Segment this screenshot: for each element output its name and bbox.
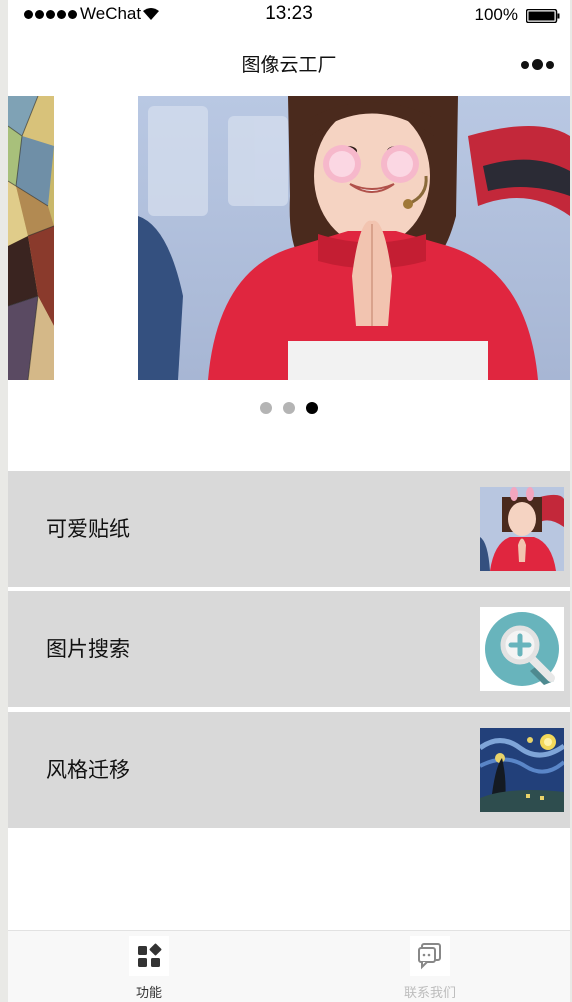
- grid-icon: [129, 936, 169, 976]
- magnifier-plus-icon: [480, 607, 564, 691]
- menu-item-style-transfer[interactable]: 风格迁移: [8, 712, 570, 828]
- chat-icon: [410, 936, 450, 976]
- carousel-dot-2[interactable]: [283, 402, 295, 414]
- carousel-slide-cute-sticker[interactable]: [138, 96, 570, 380]
- menu-item-label: 可爱贴纸: [46, 517, 130, 541]
- battery-percentage: 100%: [474, 5, 518, 24]
- battery-icon: [526, 9, 560, 23]
- menu-item-image-search[interactable]: 图片搜索: [8, 591, 570, 707]
- carousel-dot-3[interactable]: [306, 402, 318, 414]
- app-screen: WeChat 13:23 100% 图像云工厂 可爱贴纸 图片搜索 风格迁移 功…: [8, 0, 570, 1002]
- tab-label: 功能: [135, 986, 162, 1001]
- carousel-dot-1[interactable]: [260, 402, 272, 414]
- tab-label: 联系我们: [403, 986, 456, 1001]
- menu-item-label: 风格迁移: [46, 758, 130, 782]
- carousel-indicator: [8, 402, 570, 414]
- more-dots-icon[interactable]: [521, 59, 554, 70]
- menu-item-label: 图片搜索: [46, 637, 130, 661]
- carousel-slide-stained-glass[interactable]: [8, 96, 54, 380]
- tab-bar: 功能 联系我们: [8, 930, 570, 1002]
- menu-item-cute-sticker[interactable]: 可爱贴纸: [8, 471, 570, 587]
- tab-contact-us[interactable]: 联系我们: [360, 931, 500, 1002]
- starry-night-thumb: [480, 728, 564, 812]
- image-carousel[interactable]: [8, 96, 570, 380]
- navigation-bar: 图像云工厂: [8, 38, 570, 86]
- status-bar: WeChat 13:23 100%: [8, 0, 570, 30]
- sticker-photo-thumb: [480, 487, 564, 571]
- tab-functions[interactable]: 功能: [79, 931, 219, 1002]
- page-title: 图像云工厂: [241, 54, 337, 76]
